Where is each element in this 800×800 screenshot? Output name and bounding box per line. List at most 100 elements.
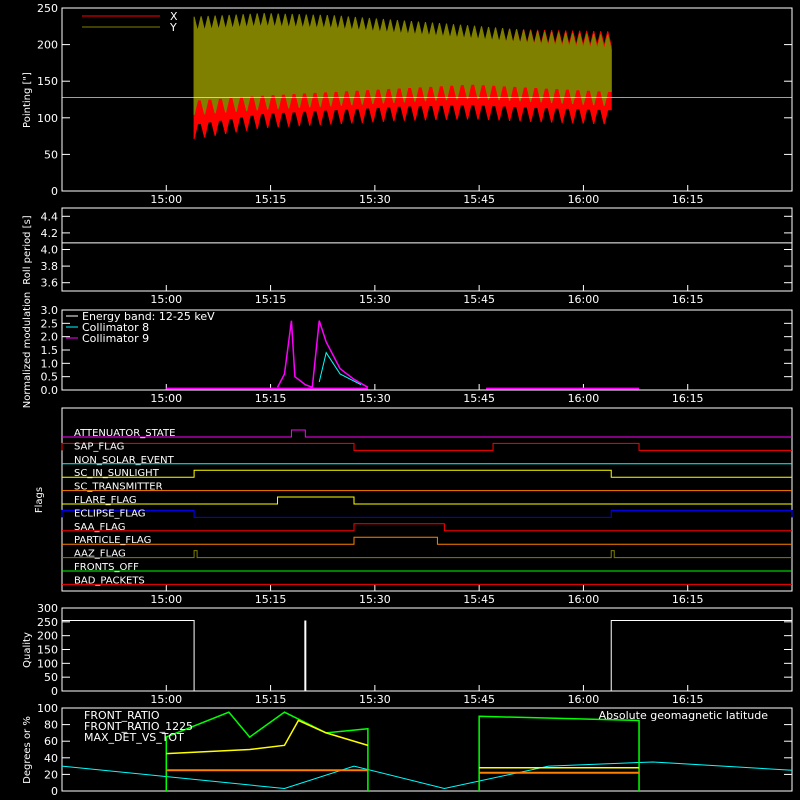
x-tick-label: 15:45 bbox=[463, 392, 495, 405]
ratios-ylabel: Degrees or % bbox=[22, 716, 33, 784]
y-tick-label: 50 bbox=[44, 671, 58, 684]
quality-series bbox=[62, 619, 792, 692]
x-tick-label: 15:30 bbox=[359, 293, 391, 306]
flag-line-sap_flag bbox=[61, 442, 792, 451]
flag-label: SAA_FLAG bbox=[74, 522, 125, 533]
flag-label: ECLIPSE_FLAG bbox=[74, 508, 145, 519]
x-tick-label: 15:30 bbox=[359, 693, 391, 706]
front-ratio-1225-line-2 bbox=[478, 715, 640, 791]
quality-line bbox=[62, 619, 792, 692]
x-tick-label: 16:15 bbox=[672, 693, 704, 706]
legend-entry: Y bbox=[169, 21, 177, 34]
roll-panel: 3.6 3.8 4.0 4.2 4.4 15:00 15:15 15:30 15:45 16:0… bbox=[22, 207, 793, 306]
y-tick-label: 100 bbox=[37, 112, 58, 125]
y-tick-label: 50 bbox=[44, 148, 58, 161]
modulation-legend: Energy band: 12-25 keVCollimator 8Collim… bbox=[66, 310, 215, 345]
flag-label: SAP_FLAG bbox=[74, 441, 124, 452]
flag-label: ATTENUATOR_STATE bbox=[74, 428, 175, 439]
flag-label: AAZ_FLAG bbox=[74, 549, 126, 560]
flag-line-flare_flag bbox=[62, 496, 792, 505]
x-tick-label: 15:15 bbox=[255, 693, 287, 706]
modulation-ylabel: Normalized modulation bbox=[22, 292, 33, 409]
roll-frame bbox=[61, 207, 793, 292]
roll-x-ticks: 15:00 15:15 15:30 15:45 16:00 16:15 bbox=[150, 285, 704, 306]
flag-line-eclipse_flag bbox=[61, 509, 793, 518]
roll-ylabel: Roll period [s] bbox=[22, 215, 33, 284]
x-tick-label: 16:00 bbox=[568, 693, 600, 706]
flag-label: FRONTS_OFF bbox=[74, 562, 139, 573]
flag-label: PARTICLE_FLAG bbox=[74, 535, 151, 546]
flags-panel: 15:00 15:15 15:30 15:45 16:00 16:15 ATTENUATO… bbox=[34, 407, 793, 606]
ratios-panel: 0 20 40 60 80 100 FRONT_RATIOFRONT_RATIO_1225… bbox=[22, 702, 793, 798]
y-tick-label: 4.4 bbox=[41, 210, 59, 223]
x-tick-label: 15:45 bbox=[463, 193, 495, 206]
y-tick-label: 100 bbox=[37, 657, 58, 670]
ratios-right-label: Absolute geomagnetic latitude bbox=[599, 709, 769, 722]
x-tick-label: 15:00 bbox=[150, 593, 182, 606]
x-tick-label: 15:00 bbox=[150, 392, 182, 405]
x-tick-label: 15:45 bbox=[463, 693, 495, 706]
y-tick-label: 0.5 bbox=[41, 371, 59, 384]
y-tick-label: 20 bbox=[44, 768, 58, 781]
x-tick-label: 15:30 bbox=[359, 392, 391, 405]
x-tick-label: 16:15 bbox=[672, 392, 704, 405]
x-tick-label: 15:30 bbox=[359, 193, 391, 206]
y-tick-label: 3.8 bbox=[41, 260, 59, 273]
y-tick-label: 3.6 bbox=[41, 277, 59, 290]
x-tick-label: 15:00 bbox=[150, 293, 182, 306]
y-tick-label: 4.0 bbox=[41, 244, 59, 257]
x-tick-label: 15:00 bbox=[150, 193, 182, 206]
y-tick-label: 4.2 bbox=[41, 227, 59, 240]
y-tick-label: 100 bbox=[37, 702, 58, 715]
y-tick-label: 2.5 bbox=[41, 317, 59, 330]
x-tick-label: 15:15 bbox=[255, 392, 287, 405]
flag-label: FLARE_FLAG bbox=[74, 495, 137, 506]
x-tick-label: 16:00 bbox=[568, 293, 600, 306]
y-tick-label: 40 bbox=[44, 752, 58, 765]
quality-ylabel: Quality bbox=[22, 632, 33, 668]
y-tick-label: 200 bbox=[37, 39, 58, 52]
flag-line-saa_flag bbox=[62, 523, 792, 532]
pointing-panel: 0 50 100 150 200 250 15:00 15:15 15:30 15:45 16:0… bbox=[22, 2, 793, 206]
legend-entry: MAX_DET_VS_TOT bbox=[84, 731, 184, 744]
roll-y-ticks: 3.6 3.8 4.0 4.2 4.4 bbox=[41, 210, 792, 290]
y-tick-label: 2.0 bbox=[41, 331, 59, 344]
y-tick-label: 150 bbox=[37, 75, 58, 88]
hessi-quicklook-plots: 050100150200250 15:00 15:15 15:30 15:45 16:0… bbox=[22, 2, 793, 798]
quality-panel: 050100150200250300 15:00 15:15 15:30 15:45 1… bbox=[22, 602, 793, 706]
x-tick-label: 15:45 bbox=[463, 593, 495, 606]
flags-series: ATTENUATOR_STATE SAP_FLAG NON_SOLAR_EVENT S… bbox=[61, 428, 793, 586]
flags-ylabel: Flags bbox=[34, 487, 45, 513]
flags-x-ticks: 15:00 15:15 15:30 15:45 16:00 16:15 bbox=[150, 585, 704, 606]
pointing-ylabel: Pointing ["] bbox=[22, 72, 33, 128]
flag-line-particle_flag bbox=[62, 536, 792, 545]
x-tick-label: 15:00 bbox=[150, 693, 182, 706]
x-tick-label: 16:15 bbox=[672, 593, 704, 606]
legend-entry: Collimator 9 bbox=[82, 332, 149, 345]
modulation-series bbox=[166, 320, 640, 390]
flag-label: SC_TRANSMITTER bbox=[74, 482, 163, 493]
x-tick-label: 16:15 bbox=[672, 293, 704, 306]
y-tick-label: 150 bbox=[37, 644, 58, 657]
y-tick-label: 0.0 bbox=[41, 384, 59, 397]
y-tick-label: 1.5 bbox=[41, 344, 59, 357]
modulation-x-ticks: 15:00 15:15 15:30 15:45 16:00 16:15 bbox=[150, 384, 704, 405]
flag-line-sc_in_sunlight bbox=[62, 469, 792, 478]
y-tick-label: 300 bbox=[37, 602, 58, 615]
quality-x-ticks: 15:00 15:15 15:30 15:45 16:00 16:15 bbox=[150, 685, 704, 706]
latitude-line bbox=[61, 761, 793, 790]
y-tick-label: 1.0 bbox=[41, 357, 59, 370]
x-tick-label: 15:45 bbox=[463, 293, 495, 306]
pointing-legend: XY bbox=[82, 10, 178, 34]
x-tick-label: 15:15 bbox=[255, 193, 287, 206]
flag-line-aaz_flag bbox=[62, 550, 792, 559]
y-tick-label: 250 bbox=[37, 616, 58, 629]
x-tick-label: 15:15 bbox=[255, 293, 287, 306]
x-tick-label: 16:00 bbox=[568, 392, 600, 405]
y-tick-label: 250 bbox=[37, 2, 58, 15]
y-tick-label: 60 bbox=[44, 735, 58, 748]
x-tick-label: 16:00 bbox=[568, 593, 600, 606]
y-tick-label: 3.0 bbox=[41, 304, 59, 317]
ratios-legend: FRONT_RATIOFRONT_RATIO_1225MAX_DET_VS_TO… bbox=[84, 709, 193, 744]
x-tick-label: 15:15 bbox=[255, 593, 287, 606]
